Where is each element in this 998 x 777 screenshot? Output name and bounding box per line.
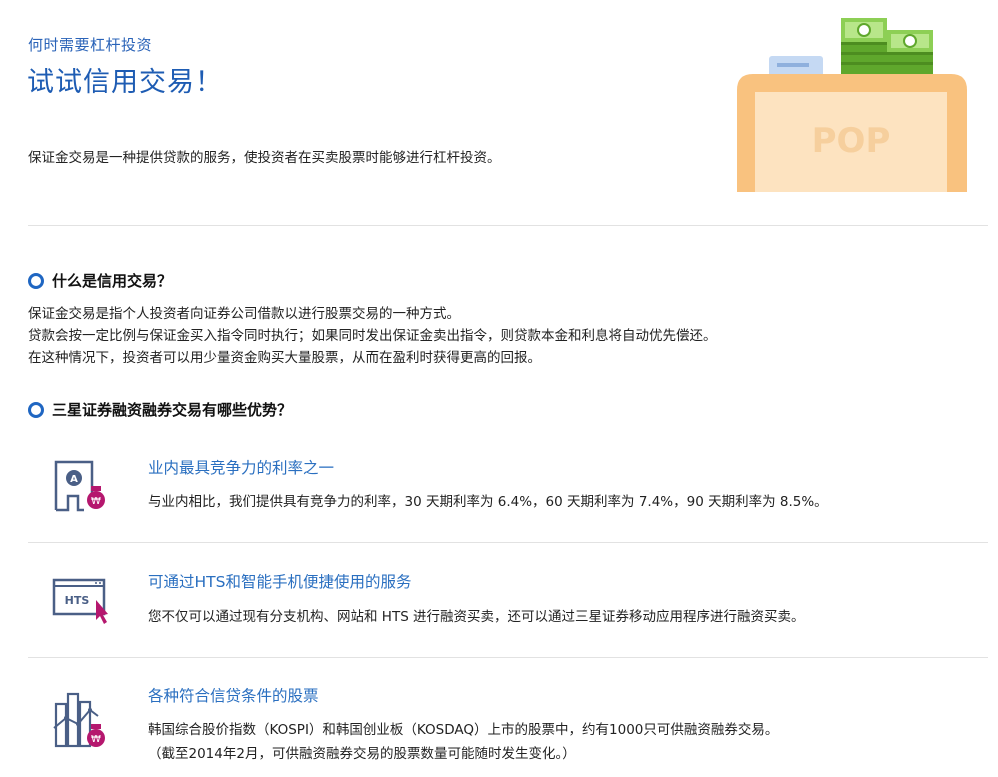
svg-text:A: A	[70, 474, 78, 485]
box-logo-text: POP	[812, 121, 891, 161]
circle-bullet-icon	[28, 401, 44, 418]
cash-stack-icon	[841, 18, 887, 76]
stock-chart-icon: ₩	[53, 692, 105, 748]
hero-banner: 何时需要杠杆投资 试试信用交易！ 保证金交易是一种提供贷款的服务，使投资者在买卖…	[0, 0, 998, 226]
building-rate-icon: A ₩	[54, 460, 105, 512]
divider	[28, 542, 988, 543]
feature-title-hts: 可通过HTS和智能手机便捷使用的服务	[148, 573, 412, 591]
feature-desc-line: 韩国综合股价指数（KOSPI）和韩国创业板（KOSDAQ）上市的股票中，约有10…	[148, 722, 779, 738]
circle-bullet-icon	[28, 272, 44, 289]
cash-stack-icon	[887, 30, 933, 76]
feature-desc-line: 您不仅可以通过现有分支机构、网站和 HTS 进行融资买卖，还可以通过三星证券移动…	[148, 609, 805, 625]
svg-text:HTS: HTS	[65, 594, 90, 607]
section-heading-advantages: 三星证券融资融券交易有哪些优势？	[28, 399, 292, 420]
feature-desc-rate: 与业内相比，我们提供具有竞争力的利率，30 天期利率为 6.4%，60 天期利率…	[148, 490, 828, 514]
money-box-illustration: POP	[737, 18, 967, 192]
definition-line: 保证金交易是指个人投资者向证券公司借款以进行股票交易的一种方式。	[28, 306, 460, 322]
feature-title-stocks: 各种符合信贷条件的股票	[148, 687, 319, 705]
svg-text:₩: ₩	[91, 734, 101, 745]
feature-desc-line: 与业内相比，我们提供具有竞争力的利率，30 天期利率为 6.4%，60 天期利率…	[148, 494, 828, 510]
definition-line: 贷款会按一定比例与保证金买入指令同时执行；如果同时发出保证金卖出指令，则贷款本金…	[28, 328, 717, 344]
feature-title-rate: 业内最具竞争力的利率之一	[148, 459, 335, 477]
definition-line: 在这种情况下，投资者可以用少量资金购买大量股票，从而在盈利时获得更高的回报。	[28, 350, 541, 366]
hero-subtitle: 何时需要杠杆投资	[28, 36, 153, 54]
feature-desc-stocks: 韩国综合股价指数（KOSPI）和韩国创业板（KOSDAQ）上市的股票中，约有10…	[148, 718, 778, 766]
section-heading-text: 什么是信用交易？	[52, 272, 173, 290]
hero-description: 保证金交易是一种提供贷款的服务，使投资者在买卖股票时能够进行杠杆投资。	[28, 150, 501, 166]
definition-paragraph: 保证金交易是指个人投资者向证券公司借款以进行股票交易的一种方式。 贷款会按一定比…	[28, 303, 717, 369]
feature-desc-line: （截至2014年2月，可供融资融券交易的股票数量可能随时发生变化。）	[148, 746, 576, 762]
divider	[28, 225, 988, 226]
section-heading-what-is: 什么是信用交易？	[28, 270, 172, 291]
hero-title: 试试信用交易！	[27, 67, 223, 98]
feature-desc-hts: 您不仅可以通过现有分支机构、网站和 HTS 进行融资买卖，还可以通过三星证券移动…	[148, 605, 805, 629]
section-heading-text: 三星证券融资融券交易有哪些优势？	[52, 401, 293, 419]
svg-text:₩: ₩	[91, 496, 101, 507]
divider	[28, 657, 988, 658]
hts-window-icon: HTS	[52, 578, 108, 624]
